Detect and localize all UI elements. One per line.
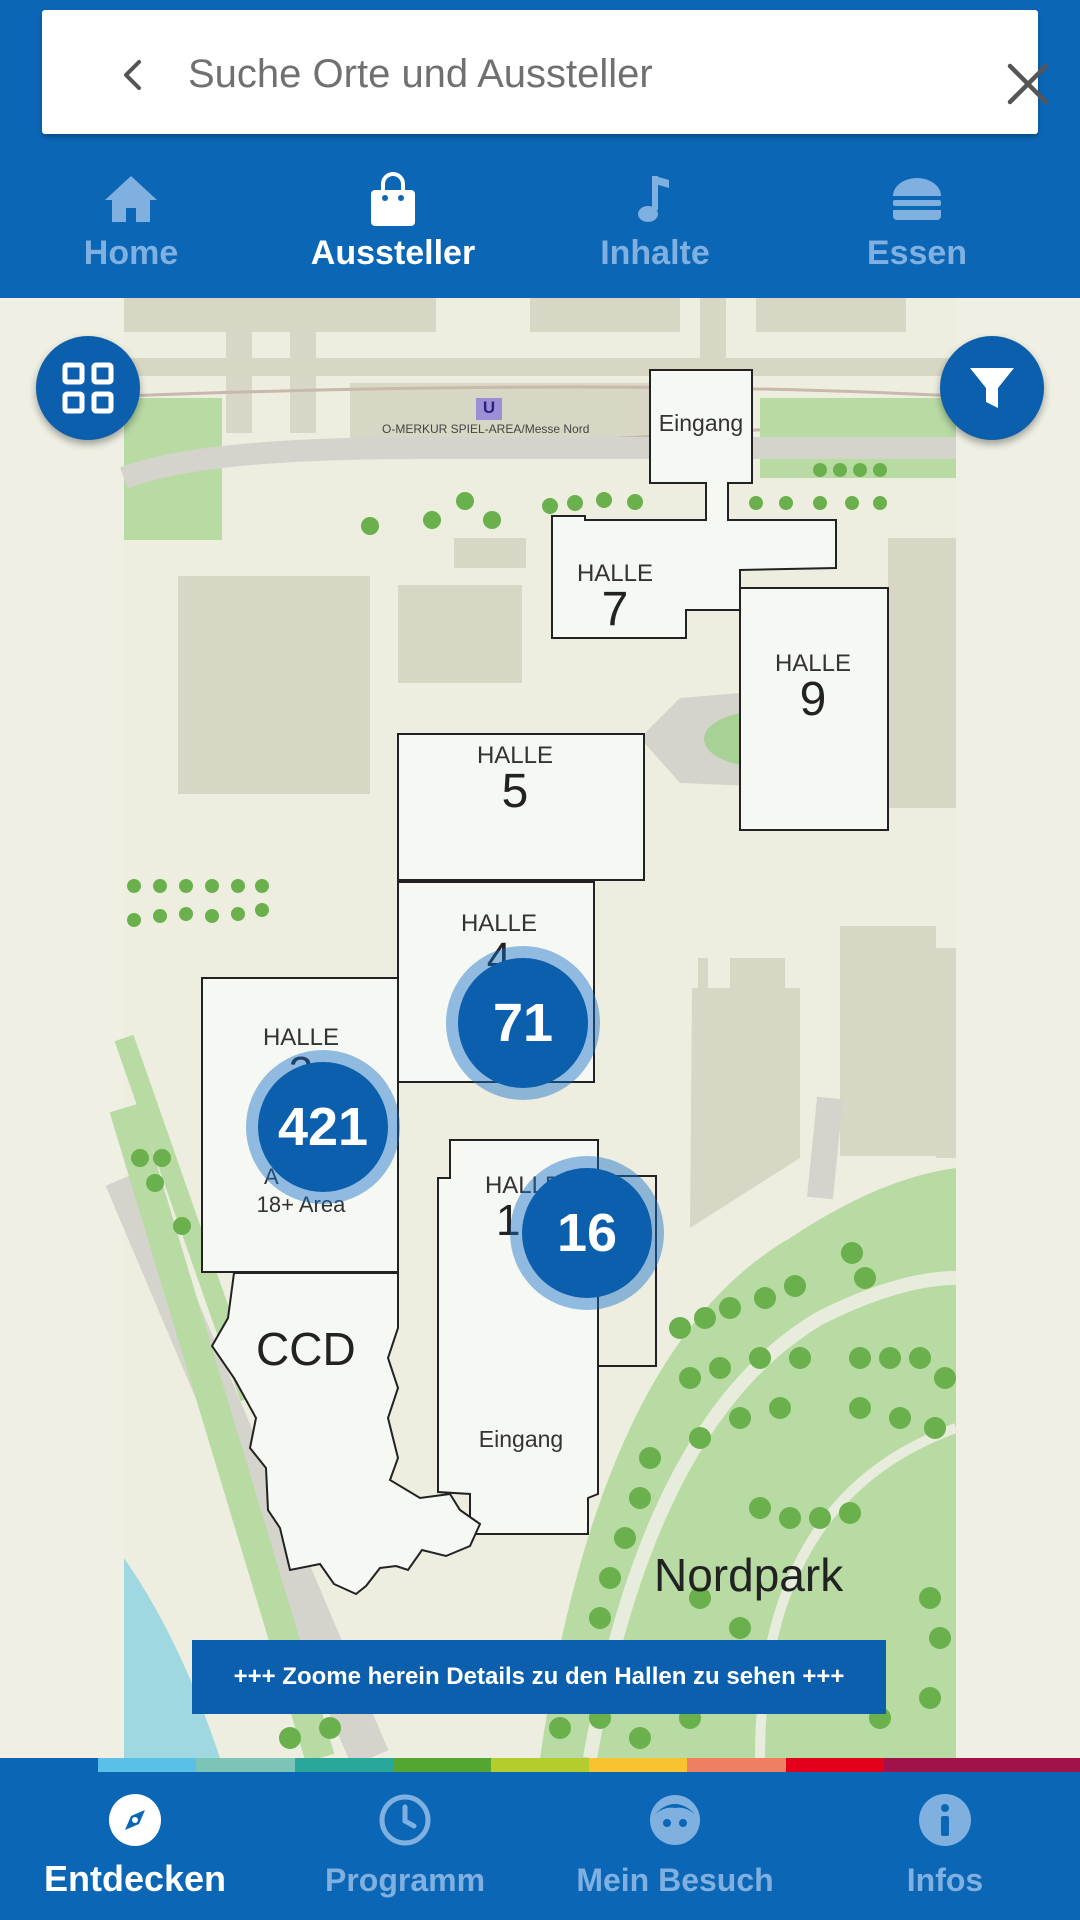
color-stripe-segment (883, 1758, 982, 1772)
nav-mein-besuch[interactable]: Mein Besuch (540, 1772, 810, 1920)
exhibitor-cluster-hall-4[interactable]: 71 (446, 946, 600, 1100)
tab-essen[interactable]: Essen (786, 160, 1048, 280)
nordpark-label: Nordpark (654, 1549, 844, 1601)
zoom-hint-banner: +++ Zoome herein Details zu den Hallen z… (192, 1640, 886, 1714)
filter-icon (970, 368, 1014, 408)
nav-infos-label: Infos (906, 1862, 984, 1898)
hall-9-number: 9 (799, 673, 827, 726)
tab-home[interactable]: Home (0, 160, 262, 280)
music-note-icon (625, 170, 685, 230)
color-stripe-segment (196, 1758, 295, 1772)
clock-icon (377, 1792, 433, 1848)
tab-aussteller-label: Aussteller (310, 234, 476, 272)
tab-home-label: Home (83, 234, 179, 272)
station-label: O-MERKUR SPIEL-AREA/Messe Nord (382, 422, 590, 436)
hall-7-number: 7 (601, 583, 629, 636)
grid-view-button[interactable] (36, 336, 140, 440)
color-stripe-segment (98, 1758, 197, 1772)
face-icon (647, 1792, 703, 1848)
shopping-bag-icon (363, 170, 423, 230)
compass-icon (107, 1792, 163, 1848)
tab-inhalte-label: Inhalte (600, 234, 710, 272)
entrance-top-label: Eingang (658, 410, 744, 436)
nav-programm[interactable]: Programm (270, 1772, 540, 1920)
color-stripe-segment (490, 1758, 590, 1772)
cluster-count: 421 (277, 1097, 369, 1157)
color-stripe-segment (392, 1758, 491, 1772)
tab-aussteller[interactable]: Aussteller (262, 160, 524, 280)
filter-button[interactable] (940, 336, 1044, 440)
bottom-nav: Entdecken Programm Mein Besuch Infos (0, 1772, 1080, 1920)
venue-map[interactable]: U O-MERKUR SPIEL-AREA/Messe Nord Eingang… (0, 298, 1080, 1758)
nav-infos[interactable]: Infos (810, 1772, 1080, 1920)
nav-programm-label: Programm (324, 1862, 486, 1898)
entrance-bottom-label: Eingang (478, 1426, 564, 1452)
nav-mein-besuch-label: Mein Besuch (576, 1862, 774, 1898)
grid-icon (62, 362, 114, 414)
color-stripe (0, 1758, 1080, 1772)
search-input[interactable]: Suche Orte und Aussteller (188, 52, 653, 97)
search-bar[interactable]: Suche Orte und Aussteller (42, 10, 1049, 134)
color-stripe-segment (785, 1758, 884, 1772)
station-badge: U (482, 398, 496, 417)
home-icon (101, 170, 161, 230)
color-stripe-segment (981, 1758, 1080, 1772)
color-stripe-segment (589, 1758, 688, 1772)
nav-entdecken-label: Entdecken (43, 1858, 227, 1899)
color-stripe-segment (0, 1758, 99, 1772)
ccd-label: CCD (256, 1323, 356, 1375)
exhibitor-cluster-hall-3[interactable]: 421 (246, 1050, 400, 1204)
close-icon[interactable] (998, 54, 1058, 114)
exhibitor-cluster-hall-1[interactable]: 16 (510, 1156, 664, 1310)
back-arrow-icon[interactable] (108, 50, 158, 100)
tab-inhalte[interactable]: Inhalte (524, 160, 786, 280)
cluster-count: 71 (492, 993, 554, 1053)
top-tab-bar: Home Aussteller Inhalte Essen (0, 160, 1080, 290)
color-stripe-segment (294, 1758, 393, 1772)
color-stripe-segment (687, 1758, 786, 1772)
tab-essen-label: Essen (866, 234, 968, 272)
burger-icon (887, 170, 947, 230)
cluster-count: 16 (556, 1203, 618, 1263)
hall-5-number: 5 (501, 765, 529, 818)
nav-entdecken[interactable]: Entdecken (0, 1772, 270, 1920)
app-header: Suche Orte und Aussteller Home Ausstelle… (0, 0, 1080, 298)
info-icon (917, 1792, 973, 1848)
